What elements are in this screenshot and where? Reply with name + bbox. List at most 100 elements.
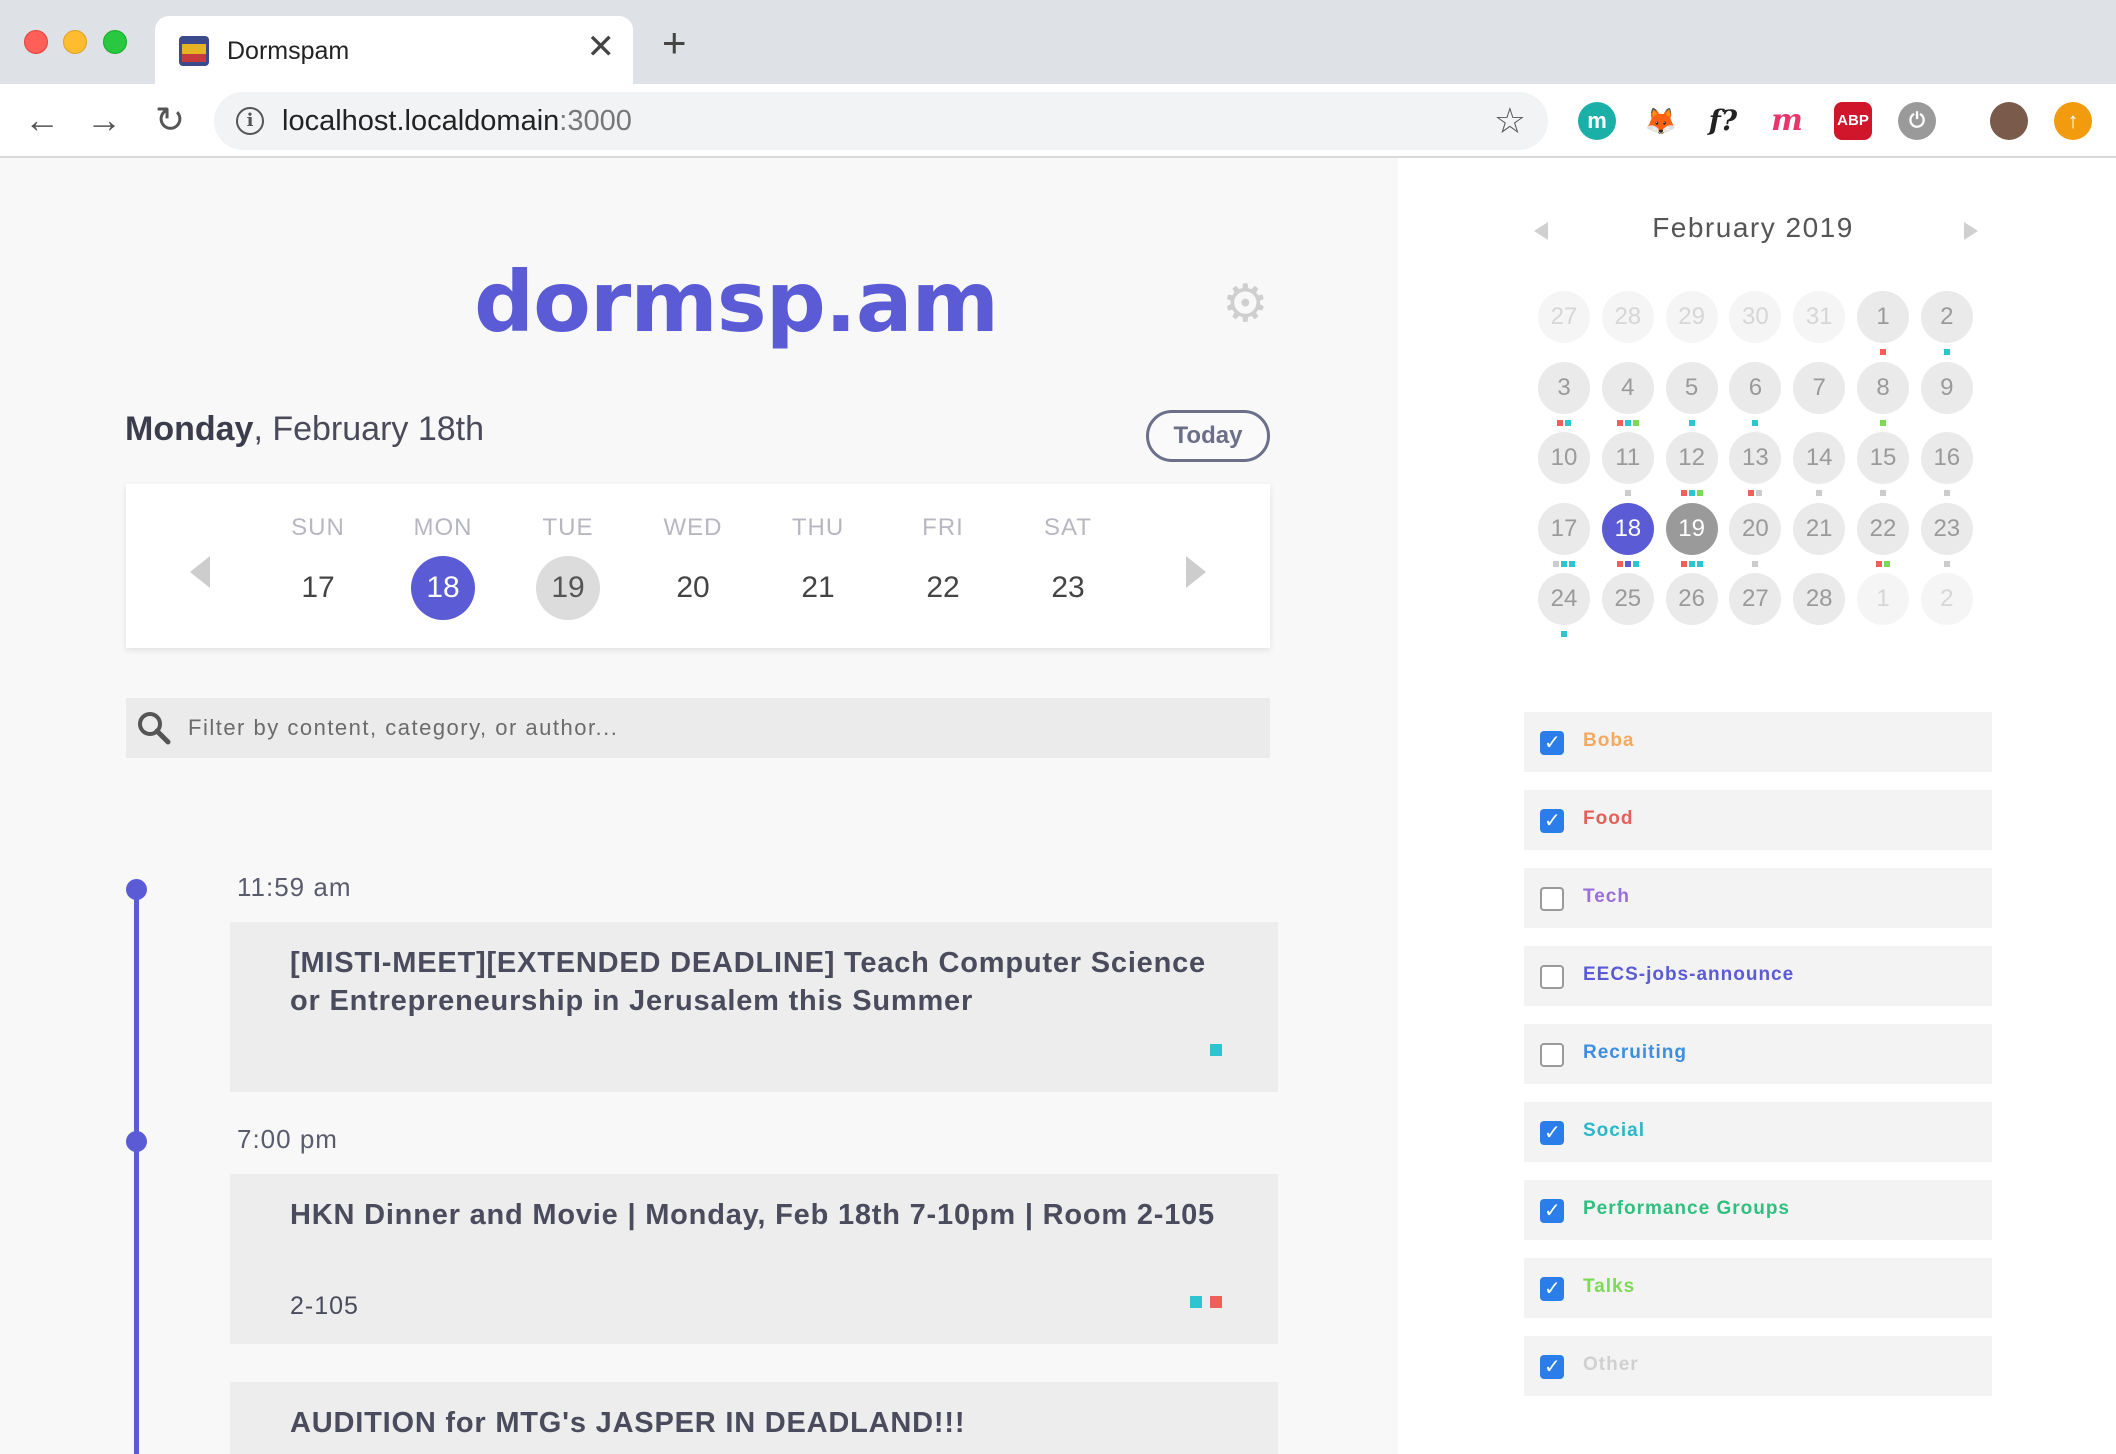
category-label[interactable]: Other xyxy=(1583,1354,1639,1376)
new-tab-button[interactable]: + xyxy=(662,22,687,64)
calendar-day[interactable]: 11 xyxy=(1601,432,1654,484)
adblock-plus-icon[interactable]: ABP xyxy=(1834,102,1872,140)
category-checkbox[interactable] xyxy=(1540,808,1564,833)
category-food[interactable]: Food xyxy=(1524,790,1992,850)
category-label[interactable]: Recruiting xyxy=(1583,1042,1687,1064)
category-label[interactable]: Talks xyxy=(1583,1276,1635,1298)
event-card[interactable]: [MISTI-MEET][EXTENDED DEADLINE] Teach Co… xyxy=(230,922,1278,1092)
calendar-day[interactable]: 13 xyxy=(1729,432,1782,484)
week-day-number[interactable]: 20 xyxy=(661,556,725,620)
today-button[interactable]: Today xyxy=(1146,410,1270,462)
calendar-day[interactable]: 1 xyxy=(1857,573,1909,625)
week-day-mon[interactable]: MON 18 xyxy=(403,514,483,620)
week-day-number[interactable]: 23 xyxy=(1036,556,1100,620)
close-window-button[interactable] xyxy=(24,30,48,54)
calendar-day[interactable]: 8 xyxy=(1857,361,1909,414)
category-label[interactable]: Tech xyxy=(1583,886,1630,908)
minimize-window-button[interactable] xyxy=(63,30,87,54)
category-checkbox[interactable] xyxy=(1540,730,1564,755)
category-label[interactable]: EECS-jobs-announce xyxy=(1583,964,1794,986)
calendar-day[interactable]: 19 xyxy=(1665,502,1718,555)
category-performance-groups[interactable]: Performance Groups xyxy=(1524,1180,1992,1240)
week-day-sat[interactable]: SAT 23 xyxy=(1028,514,1108,620)
week-day-number[interactable]: 22 xyxy=(911,556,975,620)
calendar-day[interactable]: 22 xyxy=(1857,502,1909,555)
calendar-day[interactable]: 12 xyxy=(1665,432,1718,484)
forward-arrow-icon[interactable]: → xyxy=(82,98,126,142)
event-card[interactable]: AUDITION for MTG's JASPER IN DEADLAND!!! xyxy=(230,1382,1278,1454)
category-checkbox[interactable] xyxy=(1540,1276,1564,1301)
calendar-day[interactable]: 15 xyxy=(1857,432,1909,484)
event-title[interactable]: HKN Dinner and Movie | Monday, Feb 18th … xyxy=(290,1196,1220,1234)
calendar-day[interactable]: 23 xyxy=(1920,502,1973,555)
app-logo[interactable]: dormsp.am xyxy=(474,253,999,351)
calendar-day[interactable]: 27 xyxy=(1729,573,1782,625)
event-title[interactable]: [MISTI-MEET][EXTENDED DEADLINE] Teach Co… xyxy=(290,944,1220,1020)
category-boba[interactable]: Boba xyxy=(1524,712,1992,772)
category-checkbox[interactable] xyxy=(1540,965,1564,989)
site-info-icon[interactable]: i xyxy=(236,107,264,135)
calendar-day[interactable]: 2 xyxy=(1920,573,1973,625)
prev-month-arrow-icon[interactable] xyxy=(1534,222,1548,240)
maximize-window-button[interactable] xyxy=(103,30,127,54)
calendar-day[interactable]: 18 xyxy=(1601,502,1654,555)
extension-m-icon[interactable]: m xyxy=(1578,102,1616,140)
calendar-day[interactable]: 30 xyxy=(1729,291,1782,343)
category-talks[interactable]: Talks xyxy=(1524,1258,1992,1318)
extension-f-icon[interactable]: f? xyxy=(1704,102,1742,140)
category-other[interactable]: Other xyxy=(1524,1336,1992,1396)
calendar-day[interactable]: 7 xyxy=(1793,361,1846,414)
week-day-number[interactable]: 19 xyxy=(536,556,600,620)
metamask-fox-icon[interactable]: 🦊 xyxy=(1642,102,1680,140)
tab-close-icon[interactable]: ✕ xyxy=(587,30,616,64)
calendar-day[interactable]: 6 xyxy=(1729,361,1782,414)
calendar-day[interactable]: 14 xyxy=(1793,432,1846,484)
week-day-number[interactable]: 17 xyxy=(286,556,350,620)
bookmark-star-icon[interactable]: ☆ xyxy=(1494,100,1526,142)
calendar-day[interactable]: 27 xyxy=(1538,291,1590,343)
filter-input[interactable] xyxy=(188,698,1248,758)
calendar-day[interactable]: 28 xyxy=(1793,573,1846,625)
week-day-thu[interactable]: THU 21 xyxy=(778,514,858,620)
calendar-day[interactable]: 17 xyxy=(1538,502,1590,555)
category-checkbox[interactable] xyxy=(1540,1120,1564,1145)
week-day-number[interactable]: 21 xyxy=(786,556,850,620)
url-text[interactable]: localhost.localdomain:3000 xyxy=(282,105,632,138)
calendar-day[interactable]: 20 xyxy=(1729,502,1782,555)
calendar-day[interactable]: 16 xyxy=(1920,432,1973,484)
calendar-day[interactable]: 10 xyxy=(1538,432,1590,484)
calendar-day[interactable]: 25 xyxy=(1601,573,1654,625)
calendar-day[interactable]: 4 xyxy=(1601,361,1654,414)
calendar-day[interactable]: 28 xyxy=(1601,291,1654,343)
calendar-day[interactable]: 21 xyxy=(1793,502,1846,555)
prev-week-arrow-icon[interactable] xyxy=(190,556,210,588)
week-day-number[interactable]: 18 xyxy=(411,556,475,620)
power-icon[interactable]: ⏻ xyxy=(1898,102,1936,140)
event-title[interactable]: AUDITION for MTG's JASPER IN DEADLAND!!! xyxy=(290,1404,1220,1442)
calendar-day[interactable]: 5 xyxy=(1665,361,1718,414)
category-checkbox[interactable] xyxy=(1540,1354,1564,1379)
category-label[interactable]: Social xyxy=(1583,1120,1645,1142)
week-day-wed[interactable]: WED 20 xyxy=(653,514,733,620)
calendar-day[interactable]: 29 xyxy=(1665,291,1718,343)
category-social[interactable]: Social xyxy=(1524,1102,1992,1162)
category-recruiting[interactable]: Recruiting xyxy=(1524,1024,1992,1084)
category-tech[interactable]: Tech xyxy=(1524,868,1992,928)
back-arrow-icon[interactable]: ← xyxy=(20,98,64,142)
category-label[interactable]: Performance Groups xyxy=(1583,1198,1790,1220)
category-eecs-jobs-announce[interactable]: EECS-jobs-announce xyxy=(1524,946,1992,1006)
update-arrow-icon[interactable]: ↑ xyxy=(2054,102,2092,140)
next-month-arrow-icon[interactable] xyxy=(1964,222,1978,240)
category-checkbox[interactable] xyxy=(1540,1043,1564,1067)
calendar-day[interactable]: 31 xyxy=(1793,291,1846,343)
event-card[interactable]: HKN Dinner and Movie | Monday, Feb 18th … xyxy=(230,1174,1278,1344)
settings-gear-icon[interactable]: ⚙ xyxy=(1222,278,1269,330)
calendar-day[interactable]: 1 xyxy=(1857,291,1909,343)
category-label[interactable]: Food xyxy=(1583,808,1633,830)
address-bar[interactable]: i localhost.localdomain:3000 ☆ xyxy=(214,92,1548,150)
next-week-arrow-icon[interactable] xyxy=(1186,556,1206,588)
category-label[interactable]: Boba xyxy=(1583,730,1635,752)
calendar-day[interactable]: 24 xyxy=(1538,573,1590,625)
week-day-sun[interactable]: SUN 17 xyxy=(278,514,358,620)
category-checkbox[interactable] xyxy=(1540,887,1564,911)
